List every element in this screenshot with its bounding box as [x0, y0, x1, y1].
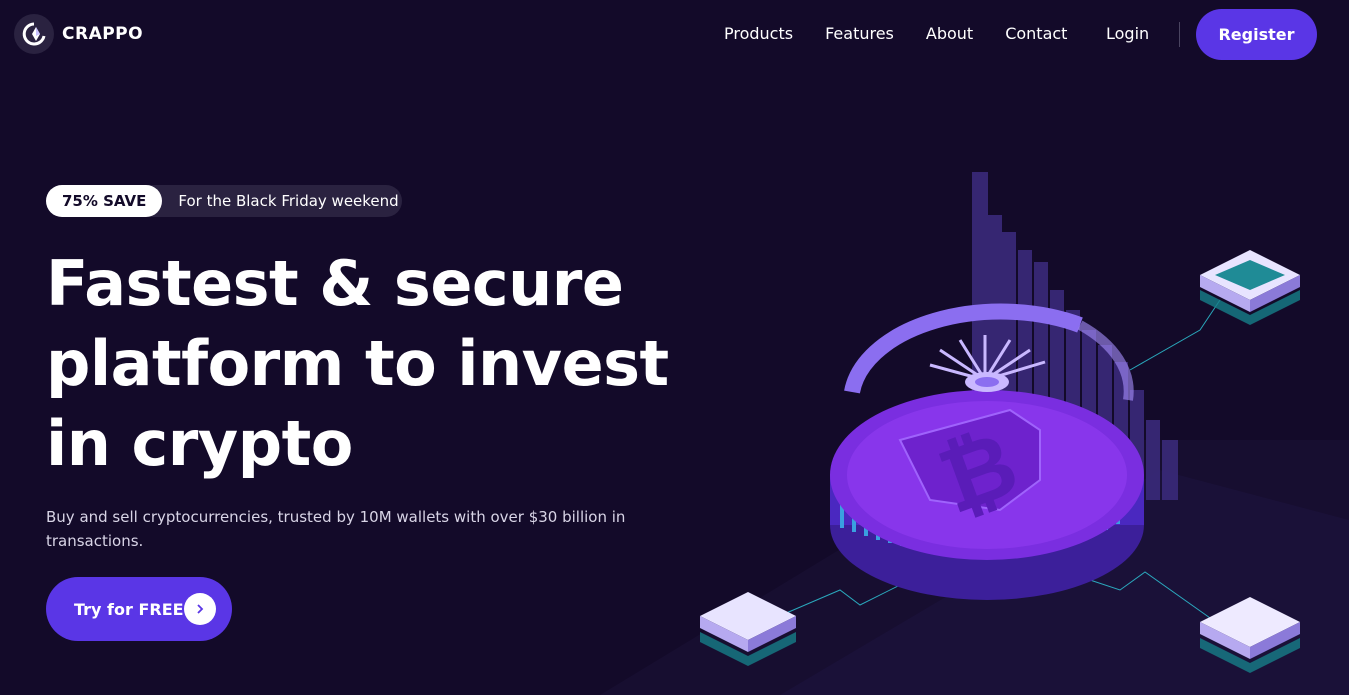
hero-subtext: Buy and sell cryptocurrencies, trusted b…: [46, 508, 626, 550]
nav-divider: [1179, 22, 1180, 47]
crappo-logo-icon: [14, 14, 54, 54]
hero-headline: Fastest & secure platform to invest in c…: [46, 244, 686, 484]
register-button[interactable]: Register: [1196, 9, 1317, 60]
promo-badge: 75% SAVE For the Black Friday weekend: [46, 185, 402, 217]
promo-badge-pill: 75% SAVE: [46, 185, 163, 217]
nav-links: Products Features About Contact: [724, 24, 1099, 43]
bitcoin-coin-illustration: ₿: [600, 172, 1349, 695]
logo[interactable]: CRAPPO: [14, 14, 143, 54]
try-for-free-button[interactable]: Try for FREE: [46, 577, 232, 641]
chevron-right-icon: [184, 593, 216, 625]
headline-line-3: in crypto: [46, 407, 353, 480]
top-navigation: CRAPPO Products Features About Contact L…: [0, 0, 1349, 68]
cta-label: Try for FREE: [74, 599, 184, 619]
promo-badge-text: For the Black Friday weekend: [178, 192, 399, 210]
nav-link-products[interactable]: Products: [724, 24, 793, 43]
login-link[interactable]: Login: [1106, 24, 1149, 43]
nav-link-about[interactable]: About: [926, 24, 973, 43]
logo-text: CRAPPO: [62, 24, 144, 44]
nav-link-contact[interactable]: Contact: [1005, 24, 1067, 43]
headline-line-2: platform to invest: [46, 327, 669, 400]
headline-line-1: Fastest & secure: [46, 247, 624, 320]
nav-link-features[interactable]: Features: [825, 24, 894, 43]
